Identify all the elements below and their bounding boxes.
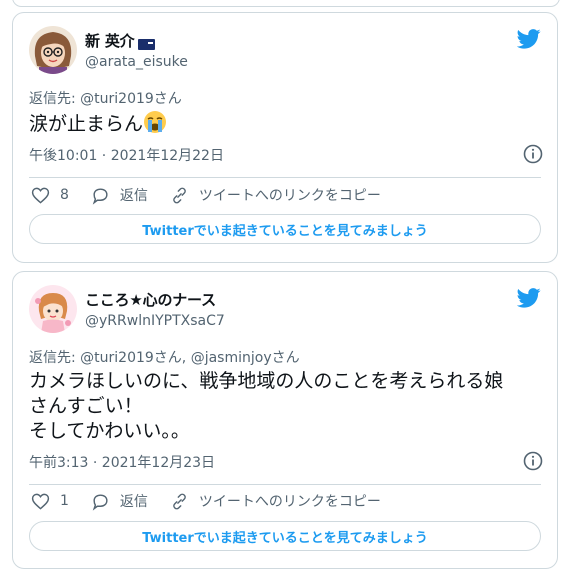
user-handle[interactable]: @arata_eisuke	[85, 54, 188, 70]
reply-bubble-icon	[92, 493, 108, 511]
tweet-text-line: カメラほしいのに、戦争地域の人のことを考えられる娘	[29, 370, 504, 392]
link-icon	[173, 187, 186, 203]
tweet-text-line: さんすごい！	[29, 395, 143, 417]
see-whats-happening-button[interactable]: Twitterでいま起きていることを見てみましょう	[29, 214, 541, 244]
tweet-card[interactable]: 新 英介 @arata_eisuke 返信先: @turi2019さん 涙が止ま…	[12, 12, 558, 263]
twitter-bird-icon[interactable]	[516, 288, 541, 308]
like-count: 8	[60, 187, 69, 203]
tweet-timestamp[interactable]: 午前3:13 · 2021年12月23日	[29, 452, 215, 472]
like-button[interactable]: 1	[31, 492, 69, 511]
tweet-card[interactable]: こころ★心のナース @yRRwlnIYPTXsaC7 返信先: @turi201…	[12, 271, 558, 569]
divider	[29, 484, 541, 485]
reply-button[interactable]: 返信	[91, 491, 148, 511]
info-icon[interactable]	[523, 451, 543, 471]
copy-link-button[interactable]: ツイートへのリンクをコピー	[170, 491, 381, 511]
tweet-text: 涙が止まらん	[29, 110, 167, 141]
flag-icon	[138, 35, 156, 50]
copy-link-label: ツイートへのリンクをコピー	[198, 494, 381, 510]
link-icon	[173, 493, 186, 509]
see-whats-happening-button[interactable]: Twitterでいま起きていることを見てみましょう	[29, 521, 541, 551]
display-name[interactable]: 新 英介	[85, 30, 135, 51]
tweet-actions: 1 返信 ツイートへのリンクをコピー	[31, 491, 403, 511]
reply-to[interactable]: 返信先: @turi2019さん	[29, 88, 182, 108]
like-button[interactable]: 8	[31, 186, 69, 205]
avatar[interactable]	[29, 285, 77, 333]
divider	[29, 177, 541, 178]
reply-label: 返信	[119, 494, 148, 510]
reply-button[interactable]: 返信	[91, 185, 148, 205]
display-name[interactable]: こころ★心のナース	[85, 289, 216, 310]
tweet-actions: 8 返信 ツイートへのリンクをコピー	[31, 185, 403, 205]
copy-link-label: ツイートへのリンクをコピー	[198, 188, 381, 204]
previous-tweet-card	[12, 0, 560, 7]
heart-icon	[31, 493, 50, 510]
heart-icon	[31, 187, 50, 204]
info-icon[interactable]	[523, 144, 543, 164]
avatar[interactable]	[29, 26, 77, 74]
like-count: 1	[60, 493, 69, 509]
tweet-text-line: そしてかわいい。。	[29, 420, 190, 442]
user-handle[interactable]: @yRRwlnIYPTXsaC7	[85, 313, 225, 329]
reply-to[interactable]: 返信先: @turi2019さん, @jasminjoyさん	[29, 347, 300, 367]
reply-bubble-icon	[92, 187, 108, 205]
reply-label: 返信	[119, 188, 148, 204]
tweet-text-content: 涙が止まらん	[29, 113, 144, 135]
loudly-crying-face-icon	[143, 110, 167, 141]
copy-link-button[interactable]: ツイートへのリンクをコピー	[170, 185, 381, 205]
tweet-text: カメラほしいのに、戦争地域の人のことを考えられる娘 さんすごい！ そしてかわいい…	[29, 369, 503, 444]
twitter-bird-icon[interactable]	[516, 29, 541, 49]
tweet-timestamp[interactable]: 午後10:01 · 2021年12月22日	[29, 145, 224, 165]
